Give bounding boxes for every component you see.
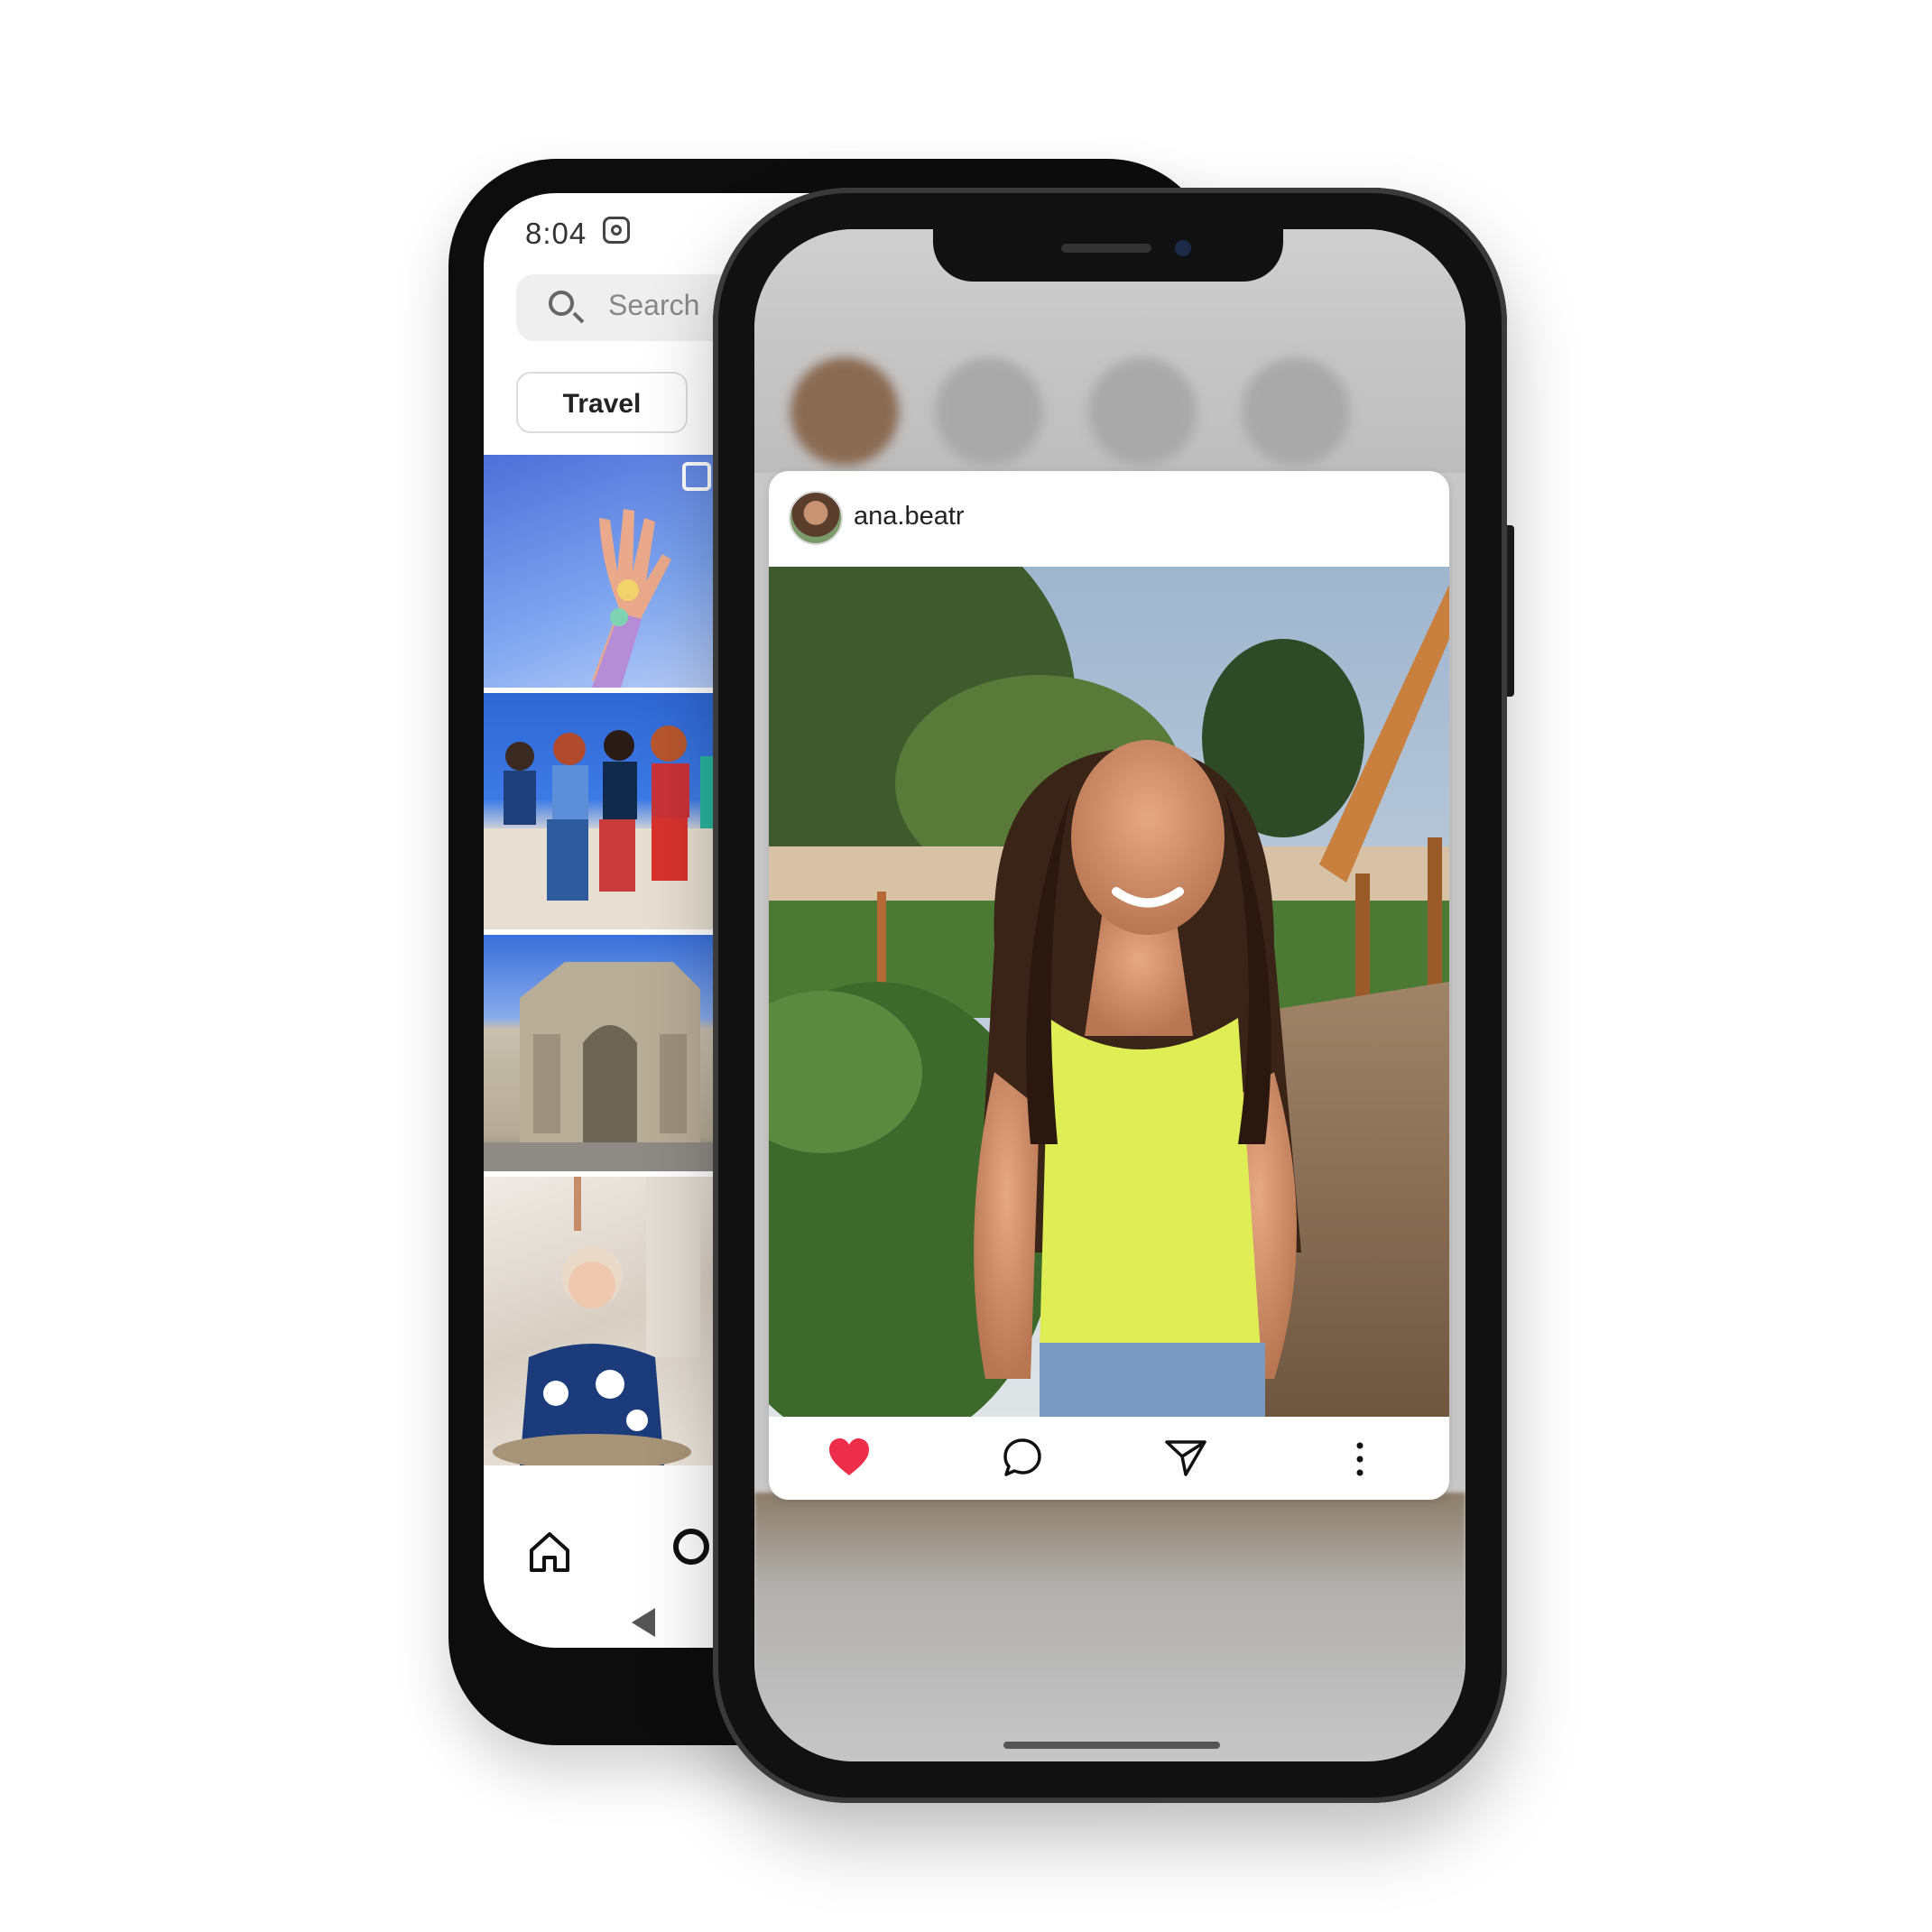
- woman-eating-photo: [493, 1177, 700, 1465]
- blurred-story-avatar: [935, 357, 1043, 466]
- phone-notch: [933, 229, 1283, 282]
- search-placeholder: Search: [608, 289, 700, 321]
- blurred-story-avatar: [1242, 357, 1350, 466]
- arch-monument-photo: [484, 962, 727, 1171]
- side-button: [1507, 525, 1514, 697]
- explore-tile-woman[interactable]: [484, 1177, 727, 1465]
- speaker-grille: [1061, 244, 1151, 253]
- explore-tile-hand[interactable]: [484, 455, 727, 688]
- travel-chip[interactable]: Travel: [516, 372, 688, 433]
- back-triangle-icon[interactable]: [632, 1608, 655, 1637]
- instagram-icon: [603, 217, 630, 244]
- explore-tile-arch[interactable]: [484, 935, 727, 1171]
- hand-glitter-photo: [592, 462, 711, 688]
- group-friends-photo: [484, 726, 727, 929]
- post-username[interactable]: ana.beatr: [854, 502, 965, 532]
- search-icon: [549, 291, 574, 316]
- blurred-story-avatar: [1088, 357, 1197, 466]
- search-nav-icon[interactable]: [673, 1529, 709, 1565]
- blurred-story-avatar: [790, 357, 899, 466]
- home-icon[interactable]: [527, 1529, 572, 1574]
- avatar[interactable]: [789, 491, 843, 545]
- heart-icon[interactable]: [827, 1435, 872, 1480]
- post-actions-bar: [769, 1417, 1449, 1500]
- home-indicator: [1003, 1742, 1220, 1749]
- comment-icon[interactable]: [1002, 1437, 1043, 1478]
- more-icon[interactable]: [1355, 1440, 1364, 1478]
- status-time: 8:04: [525, 217, 587, 250]
- post-card: ana.beatr: [769, 471, 1449, 1500]
- share-icon[interactable]: [1164, 1437, 1207, 1478]
- woman-yellow-top-garden-photo: [769, 567, 1449, 1417]
- front-camera: [1175, 240, 1191, 256]
- blurred-feed-below: [754, 1493, 1465, 1761]
- post-photo[interactable]: [769, 567, 1449, 1417]
- explore-tile-friends[interactable]: [484, 693, 727, 929]
